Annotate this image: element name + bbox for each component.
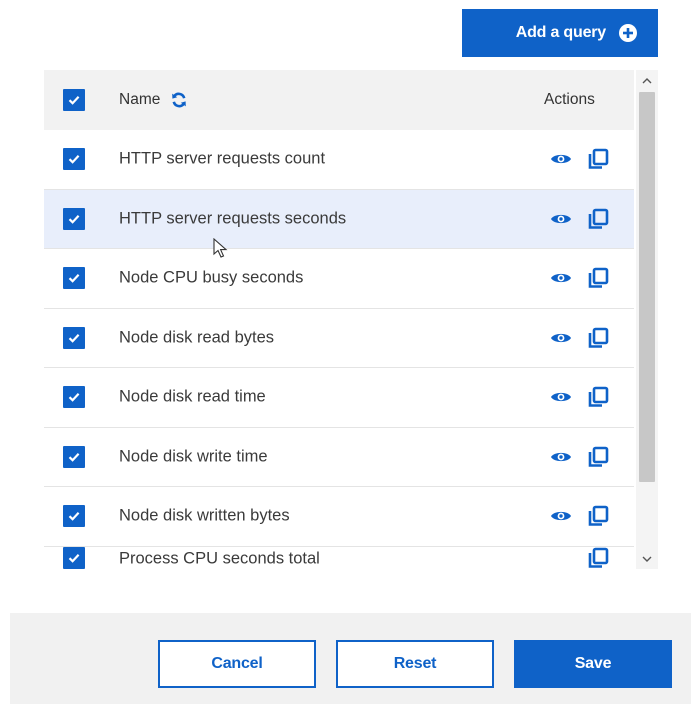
eye-icon[interactable] bbox=[550, 509, 572, 523]
checkmark-icon bbox=[68, 512, 80, 522]
checkmark-icon bbox=[68, 96, 80, 105]
copy-icon[interactable] bbox=[587, 446, 609, 468]
eye-icon[interactable] bbox=[550, 450, 572, 464]
refresh-icon[interactable] bbox=[170, 91, 188, 109]
row-checkbox[interactable] bbox=[63, 148, 85, 171]
row-checkbox[interactable] bbox=[63, 505, 85, 528]
query-name: Node disk read time bbox=[119, 387, 266, 406]
table-row[interactable]: Node disk written bytes bbox=[44, 487, 634, 547]
add-query-button[interactable]: Add a query bbox=[462, 9, 658, 57]
checkmark-icon bbox=[68, 553, 80, 563]
query-name: Node CPU busy seconds bbox=[119, 268, 304, 287]
cancel-button[interactable]: Cancel bbox=[158, 640, 316, 688]
checkmark-icon bbox=[68, 333, 80, 343]
eye-icon[interactable] bbox=[550, 331, 572, 345]
add-circle-icon bbox=[618, 23, 638, 43]
table-header-row: Name Actions bbox=[44, 70, 634, 130]
reset-button[interactable]: Reset bbox=[336, 640, 494, 688]
add-query-label: Add a query bbox=[515, 24, 606, 41]
checkmark-icon bbox=[68, 393, 80, 403]
scrollbar-thumb[interactable] bbox=[639, 92, 655, 482]
table-row[interactable]: HTTP server requests seconds bbox=[44, 189, 634, 249]
name-column-header: Name bbox=[119, 91, 188, 109]
copy-icon[interactable] bbox=[587, 386, 609, 408]
query-name: HTTP server requests seconds bbox=[119, 209, 347, 228]
copy-icon[interactable] bbox=[587, 547, 609, 569]
table-row[interactable]: Node disk read bytes bbox=[44, 308, 634, 368]
query-name: Node disk read bytes bbox=[119, 328, 275, 347]
row-checkbox[interactable] bbox=[63, 267, 85, 290]
row-checkbox[interactable] bbox=[63, 546, 85, 569]
query-name: Node disk write time bbox=[119, 447, 268, 466]
name-header-label: Name bbox=[119, 91, 161, 108]
query-name: Node disk written bytes bbox=[119, 506, 290, 525]
row-checkbox[interactable] bbox=[63, 445, 85, 468]
row-checkbox[interactable] bbox=[63, 207, 85, 230]
dialog-footer: Cancel Reset Save bbox=[10, 613, 691, 704]
query-name: Process CPU seconds total bbox=[119, 549, 320, 567]
actions-column-header: Actions bbox=[544, 91, 595, 108]
chevron-down-icon[interactable] bbox=[636, 549, 658, 569]
chevron-up-icon[interactable] bbox=[636, 70, 658, 90]
checkmark-icon bbox=[68, 214, 80, 224]
select-all-checkbox[interactable] bbox=[63, 89, 85, 111]
eye-icon[interactable] bbox=[550, 271, 572, 285]
checkmark-icon bbox=[68, 274, 80, 284]
eye-icon[interactable] bbox=[550, 390, 572, 404]
eye-icon[interactable] bbox=[550, 212, 572, 226]
table-row[interactable]: Process CPU seconds total bbox=[44, 546, 634, 569]
checkmark-icon bbox=[68, 452, 80, 462]
table-row[interactable]: Node disk write time bbox=[44, 427, 634, 487]
mouse-pointer-icon bbox=[213, 238, 228, 258]
query-name: HTTP server requests count bbox=[119, 149, 326, 168]
row-checkbox[interactable] bbox=[63, 386, 85, 409]
table-row[interactable]: Node disk read time bbox=[44, 368, 634, 428]
copy-icon[interactable] bbox=[587, 148, 609, 170]
copy-icon[interactable] bbox=[587, 505, 609, 527]
table-row[interactable]: HTTP server requests count bbox=[44, 130, 634, 190]
copy-icon[interactable] bbox=[587, 267, 609, 289]
checkmark-icon bbox=[68, 155, 80, 165]
table-scrollbar[interactable] bbox=[636, 70, 658, 569]
row-checkbox[interactable] bbox=[63, 326, 85, 349]
query-table: Name Actions HTTP server requests count bbox=[44, 70, 661, 569]
copy-icon[interactable] bbox=[587, 327, 609, 349]
eye-icon[interactable] bbox=[550, 152, 572, 166]
copy-icon[interactable] bbox=[587, 208, 609, 230]
table-row[interactable]: Node CPU busy seconds bbox=[44, 249, 634, 309]
save-button[interactable]: Save bbox=[514, 640, 672, 688]
